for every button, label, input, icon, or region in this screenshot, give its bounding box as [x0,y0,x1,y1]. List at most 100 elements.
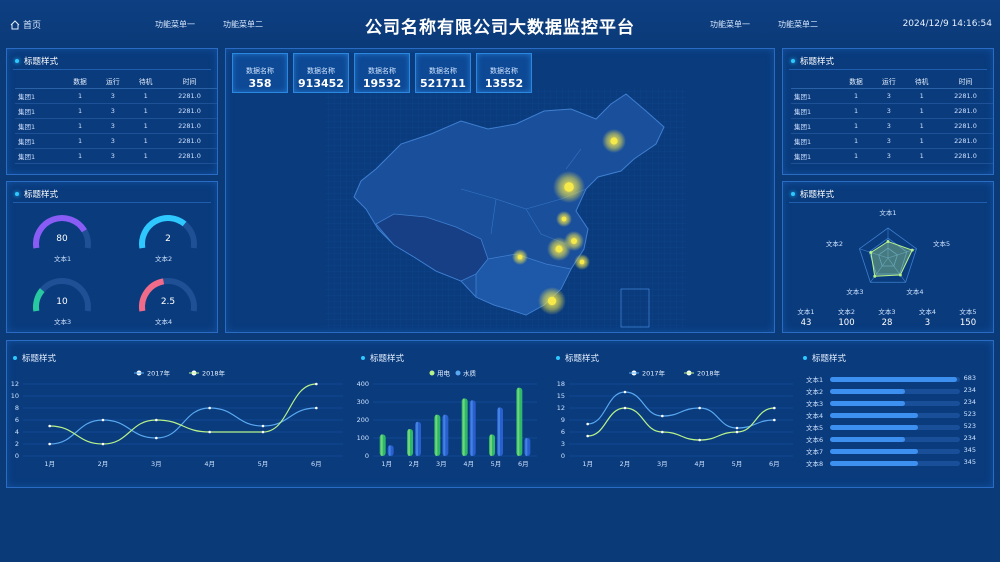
table-row: 集团1 1 3 1 2281.0 [15,103,217,119]
hbar-row: 文本4 523 [806,410,976,420]
x-tick-label: 2月 [409,460,420,468]
radar-point [886,240,890,243]
home-link[interactable]: 首页 [10,18,41,31]
table-cell: 2281.0 [938,88,993,104]
hbar-label: 文本5 [806,424,824,432]
table-row: 集团1 1 3 1 2281.0 [791,103,993,119]
table-cell: 2281.0 [162,118,217,134]
hbar-fill [830,377,958,382]
hbar-track [830,389,960,394]
col-header: 时间 [938,75,993,89]
left-data-table: 数据 运行 待机 时间 集团1 1 3 1 2281.0 集团1 1 3 1 2281.0 集团1 1… [15,75,217,164]
y-tick-label: 3 [561,440,565,448]
hotspot-marker [579,259,585,265]
radar-axis-label: 文本3 [846,287,863,296]
data-point [735,426,739,430]
table-cell: 2281.0 [162,103,217,119]
nav-left-menu-2[interactable]: 功能菜单二 [223,19,263,30]
radar-stat-label: 文本4 [918,308,937,316]
series-line [587,391,775,429]
table-cell: 集团1 [791,88,840,104]
hbar-value: 234 [963,434,976,442]
table-cell: 集团1 [15,88,64,104]
chart-title: 标题样式 [22,353,57,364]
data-point [661,430,664,434]
legend-label: 水质 [463,369,477,378]
gauge-label: 文本4 [155,318,173,326]
table-cell: 3 [96,148,130,164]
nav-right-menu-1[interactable]: 功能菜单一 [710,19,750,30]
x-tick-label: 3月 [436,460,447,468]
stat-label: 数据名称 [490,67,518,75]
hbar-track [830,377,960,382]
x-tick-label: 2月 [620,460,631,468]
stat-card: 数据名称 358 [232,53,288,93]
data-point [208,406,211,410]
table-cell: 集团1 [791,133,840,149]
gauge-label: 文本2 [155,255,173,263]
table-cell: 3 [96,103,130,119]
panel-title: 标题样式 [15,55,58,67]
y-tick-label: 12 [11,380,19,388]
table-cell: 1 [905,118,939,134]
gauge-value: 10 [56,297,68,307]
legend-label: 2017年 [642,369,666,378]
hbar-label: 文本1 [806,376,824,384]
data-point [623,406,627,410]
x-tick-label: 5月 [258,460,269,468]
stat-card: 数据名称 913452 [293,53,349,93]
hotspot-marker [571,238,577,244]
table-cell: 1 [905,133,939,149]
hbar-track [830,425,960,430]
hbar-track [830,461,960,466]
table-cell: 2281.0 [938,103,993,119]
hbar-label: 文本8 [806,460,824,468]
table-row: 集团1 1 3 1 2281.0 [791,148,993,164]
data-point [48,442,51,446]
table-cell: 2281.0 [938,148,993,164]
table-cell: 1 [63,133,97,149]
y-tick-label: 4 [15,428,19,436]
data-point [261,430,265,434]
hbar-value: 345 [963,458,976,466]
y-tick-label: 2 [15,440,19,448]
stat-label: 数据名称 [246,67,274,75]
radar-point [869,250,873,254]
y-tick-label: 400 [357,380,369,388]
gauge-label: 文本1 [54,255,72,263]
x-tick-label: 5月 [491,460,502,468]
radar-stat-label: 文本3 [878,308,896,316]
nav-left-menu-1[interactable]: 功能菜单一 [155,19,195,30]
y-tick-label: 0 [561,452,565,460]
bar-highlight [470,400,473,456]
data-point [315,406,318,410]
col-header: 数据 [839,75,873,89]
radar-area [870,240,913,277]
hbar-value: 683 [963,374,976,382]
panel-title: 标题样式 [791,55,834,67]
hbar-fill [830,389,906,394]
x-tick-label: 6月 [518,460,529,468]
table-cell: 1 [839,133,873,149]
nav-right-menu-2[interactable]: 功能菜单二 [778,19,818,30]
radar-stat-value: 28 [881,318,893,328]
legend-label: 用电 [437,369,451,378]
bullet-icon [361,356,365,360]
page-title: 公司名称有限公司大数据监控平台 [365,18,635,38]
table-row: 集团1 1 3 1 2281.0 [15,148,217,164]
bullet-icon [13,356,17,360]
table-cell: 3 [96,88,130,104]
table-cell: 1 [129,133,163,149]
legend-label: 2017年 [147,369,171,378]
radar-axis-label: 文本5 [933,239,950,248]
right-table-panel: 标题样式 数据 运行 待机 时间 集团1 1 3 1 2281.0 集团1 1 3 1 2281.… [782,48,994,175]
hbar-row: 文本3 234 [806,398,976,408]
table-cell: 2281.0 [938,133,993,149]
radar-stat-value: 150 [959,318,977,328]
stat-label: 数据名称 [429,67,457,75]
hbar-fill [830,413,919,418]
bar-highlight [380,434,383,456]
left-table-panel: 标题样式 数据 运行 待机 时间 集团1 1 3 1 2281.0 集团1 1 3 1 2281.… [6,48,218,175]
y-tick-label: 18 [557,380,565,388]
data-point [698,438,701,442]
